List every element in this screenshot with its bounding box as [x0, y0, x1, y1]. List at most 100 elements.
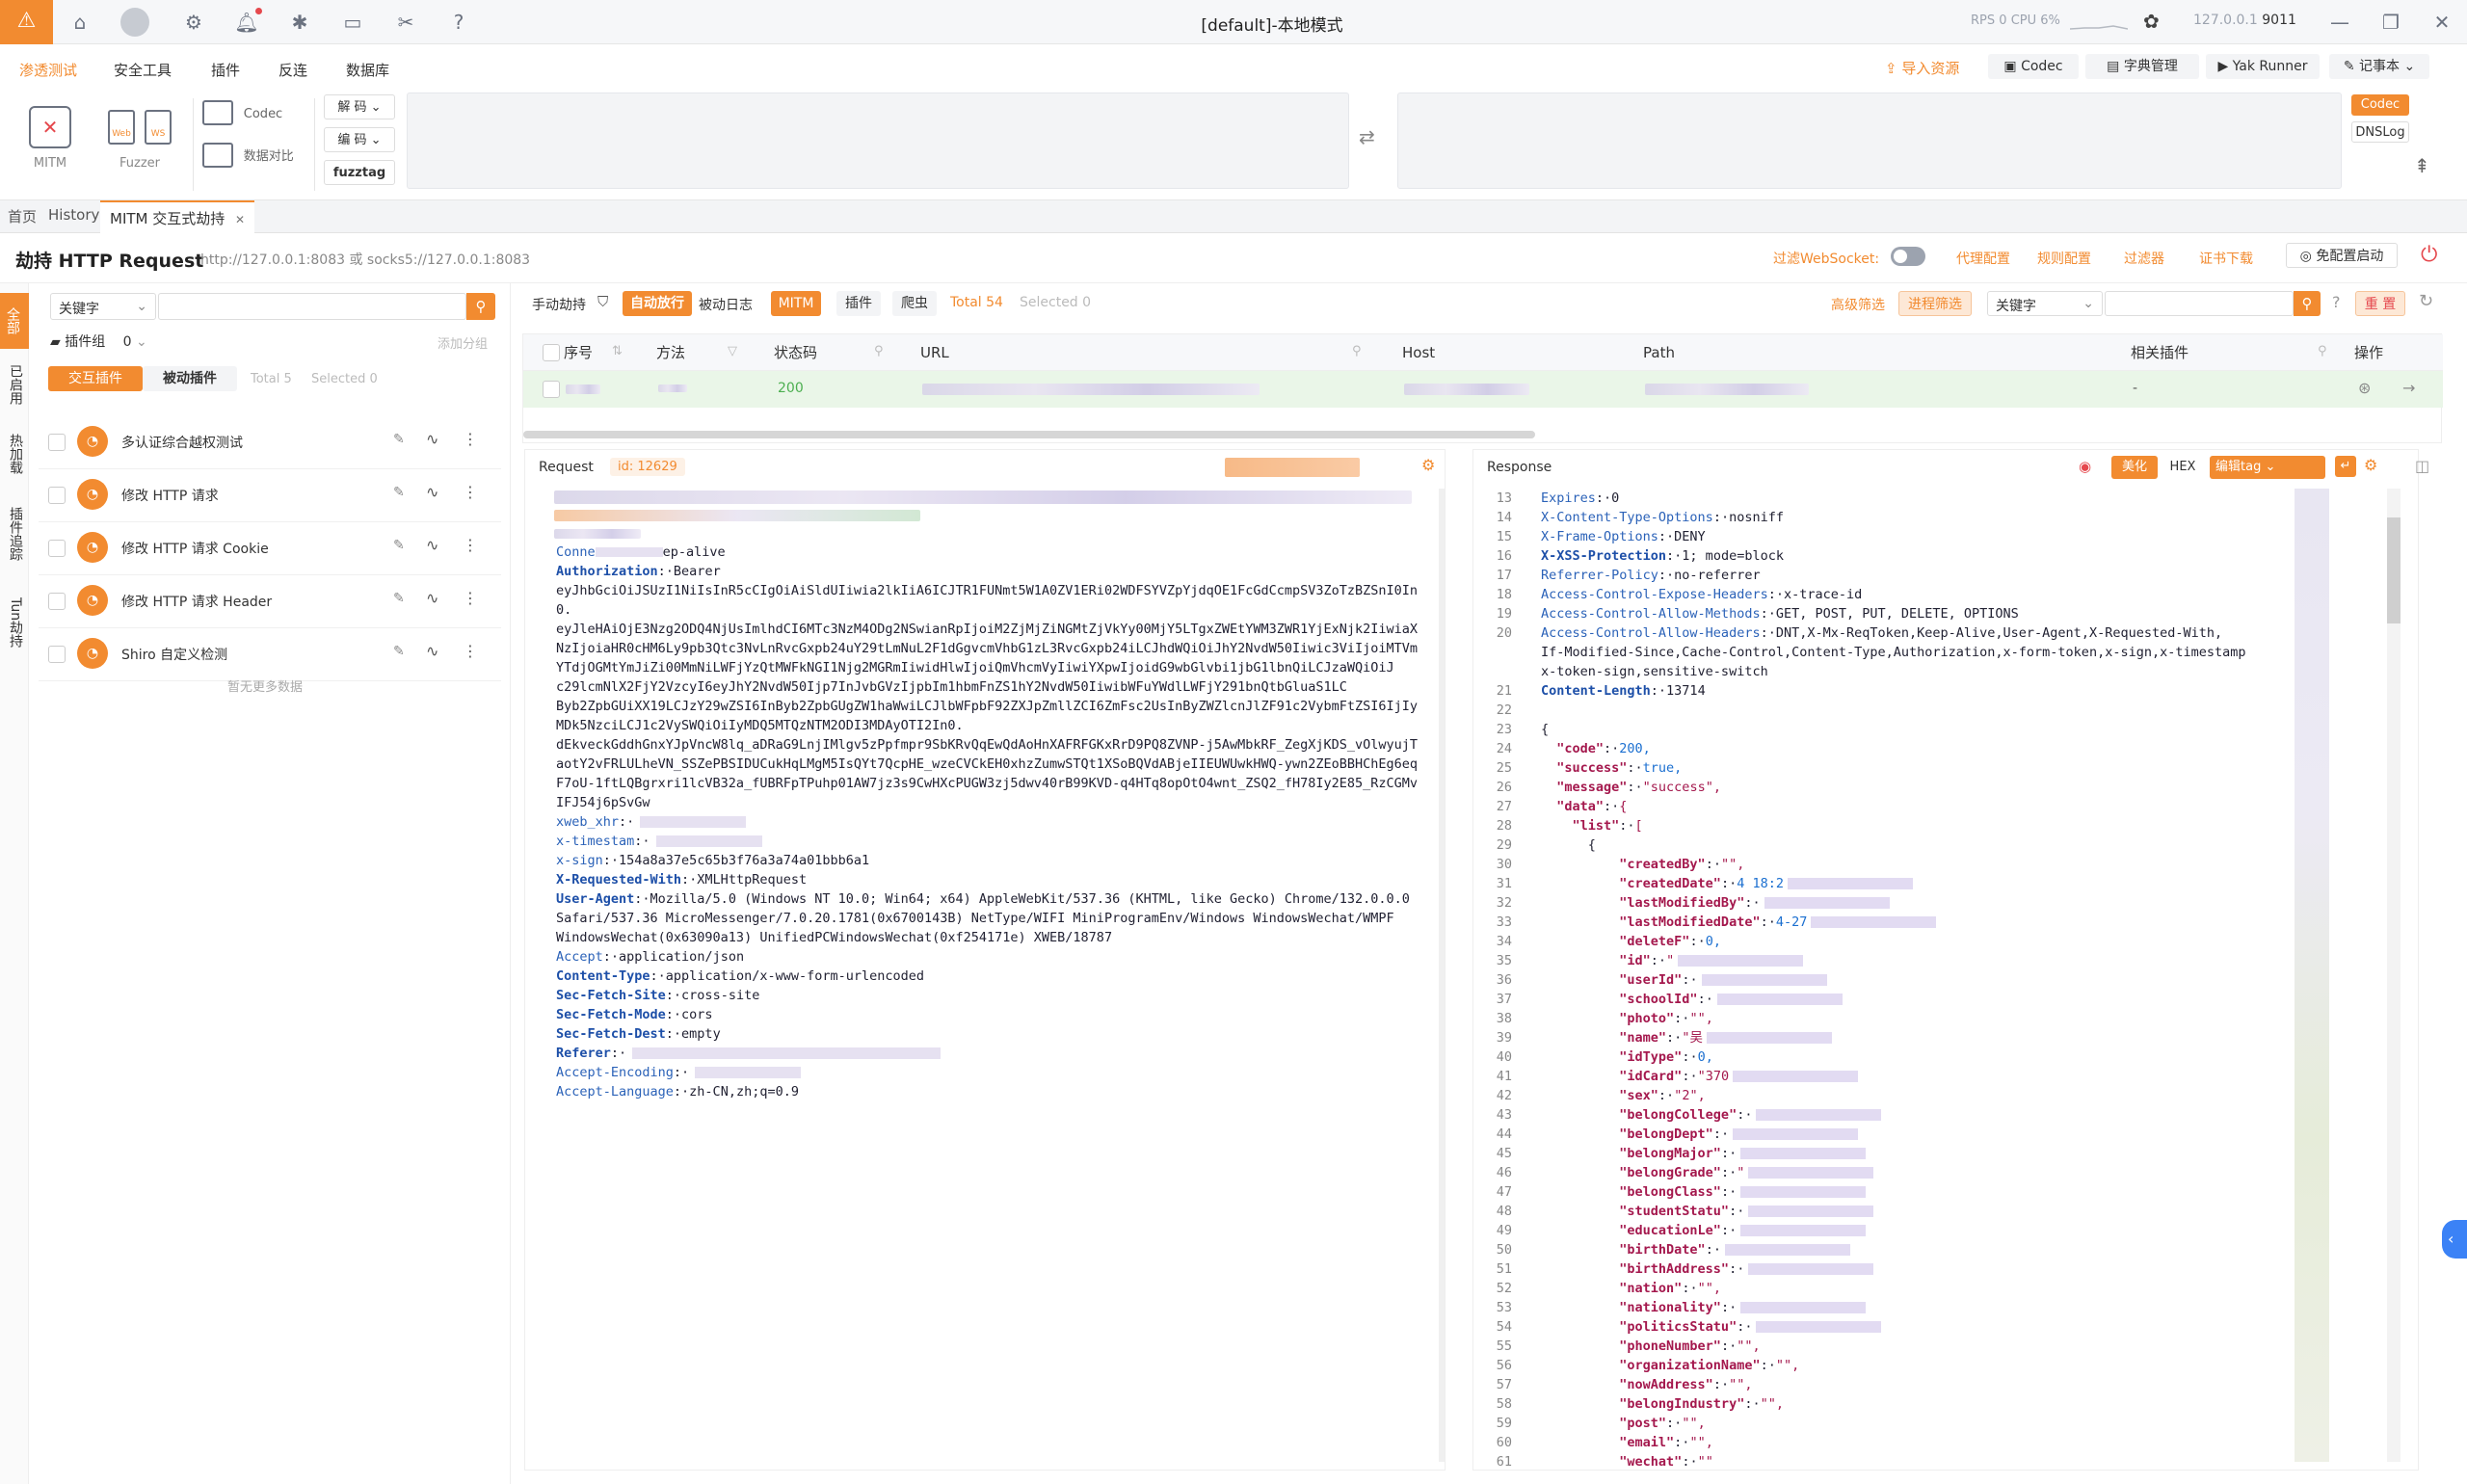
search-mode-select[interactable]: 关键字 ⌄ [50, 293, 156, 320]
url-search-icon[interactable]: ⚲ [1352, 344, 1362, 358]
websocket-toggle[interactable] [1891, 247, 1925, 266]
yak-runner-button[interactable]: ▶ Yak Runner [2206, 54, 2320, 79]
tab-close-icon[interactable]: ✕ [235, 213, 245, 226]
edit-icon[interactable]: ✎ [393, 644, 405, 659]
col-url[interactable]: URL [920, 334, 949, 371]
edit-tag-button[interactable]: 编辑tag ⌄ [2210, 456, 2325, 479]
filter-link[interactable]: 过滤器 [2124, 249, 2164, 268]
request-scrollbar[interactable] [1439, 489, 1445, 1462]
manual-hijack-button[interactable]: 手动劫持 [532, 295, 586, 314]
activity-icon[interactable]: ∿ [426, 536, 438, 554]
chrome-icon-response[interactable]: ◉ [2079, 458, 2091, 475]
col-index[interactable]: 序号 [564, 334, 593, 371]
layout-toggle-icon[interactable]: ◫ [2415, 457, 2429, 475]
tools-icon[interactable]: ✂ [391, 8, 420, 37]
method-filter-icon[interactable]: ▽ [728, 344, 737, 358]
more-icon[interactable]: ⋮ [463, 483, 478, 501]
status-search-icon[interactable]: ⚲ [874, 344, 884, 358]
close-icon[interactable]: ✕ [2427, 8, 2456, 37]
activity-icon[interactable]: ∿ [426, 430, 438, 448]
col-status[interactable]: 状态码 [774, 334, 817, 371]
import-resource-button[interactable]: ⇪ 导入资源 [1885, 58, 1959, 78]
col-host[interactable]: Host [1402, 334, 1435, 371]
collapse-up-icon[interactable]: ⇞ [2414, 154, 2430, 177]
codec-input-area[interactable] [407, 93, 1349, 189]
expand-side-button[interactable]: ‹ [2442, 1220, 2467, 1259]
avatar[interactable] [120, 8, 149, 37]
side-tab-hotload[interactable]: 热加载 [6, 434, 25, 474]
more-icon[interactable]: ⋮ [463, 536, 478, 554]
search-button[interactable]: ⚲ [466, 293, 495, 320]
table-row[interactable]: 200 - ⊛ → [523, 371, 2443, 408]
plugin-search-input[interactable] [158, 293, 466, 320]
keyword-select[interactable]: 关键字 ⌄ [1987, 291, 2103, 316]
dnslog-side-tab[interactable]: DNSLog [2351, 121, 2409, 143]
compare-tool[interactable]: 数据对比 [202, 143, 308, 177]
more-icon[interactable]: ⋮ [463, 642, 478, 660]
response-editor[interactable]: 13 Expires:·0 14 X-Content-Type-Options:·no… [1473, 489, 2399, 1470]
rule-config-link[interactable]: 规则配置 [2037, 249, 2091, 268]
codec-top-button[interactable]: ▣ Codec [1988, 54, 2079, 79]
filter-plugin[interactable]: 插件 [836, 291, 881, 316]
passive-log-button[interactable]: 被动日志 [699, 295, 753, 314]
codec-tool[interactable]: Codec [202, 100, 299, 135]
col-path[interactable]: Path [1643, 334, 1675, 371]
plugin-item[interactable]: ◔ 修改 HTTP 请求 Header ✎ ∿ ⋮ [39, 575, 501, 628]
dict-button[interactable]: ▤ 字典管理 [2085, 54, 2199, 79]
bug-icon[interactable]: ✱ [285, 8, 314, 37]
help-icon[interactable]: ? [444, 8, 473, 37]
terminal-icon[interactable]: ▭ [338, 8, 367, 37]
side-tab-trace[interactable]: 插件追踪 [6, 507, 25, 561]
plugins-search-icon[interactable]: ⚲ [2318, 344, 2327, 358]
select-all-checkbox[interactable] [543, 344, 560, 361]
notebook-button[interactable]: ✎ 记事本 ⌄ [2329, 54, 2429, 79]
cert-download-link[interactable]: 证书下载 [2199, 249, 2253, 268]
codec-output-area[interactable] [1397, 93, 2342, 189]
fuzzer-tool[interactable]: Web WS Fuzzer [96, 110, 183, 197]
plugin-item[interactable]: ◔ 修改 HTTP 请求 ✎ ∿ ⋮ [39, 469, 501, 522]
response-settings-icon[interactable]: ⚙ [2364, 456, 2377, 474]
decode-select[interactable]: 解 码 ⌄ [324, 94, 395, 119]
col-plugins[interactable]: 相关插件 [2131, 334, 2188, 371]
maximize-icon[interactable]: ❐ [2376, 8, 2405, 37]
sort-icon[interactable]: ⇅ [612, 344, 623, 358]
proxy-config-link[interactable]: 代理配置 [1956, 249, 2010, 268]
swap-icon[interactable]: ⇄ [1359, 125, 1375, 148]
plugin-checkbox[interactable] [48, 646, 66, 663]
plugin-item[interactable]: ◔ 修改 HTTP 请求 Cookie ✎ ∿ ⋮ [39, 522, 501, 575]
plugin-checkbox[interactable] [48, 593, 66, 610]
home-icon[interactable]: ⌂ [66, 8, 94, 37]
edit-icon[interactable]: ✎ [393, 432, 405, 447]
menu-pentest[interactable]: 渗透测试 [19, 60, 77, 80]
response-scrollbar[interactable] [2387, 489, 2401, 1462]
table-search-button[interactable]: ⚲ [2294, 291, 2321, 316]
add-group-link[interactable]: 添加分组 [438, 333, 488, 352]
advanced-filter-link[interactable]: 高级筛选 [1831, 295, 1885, 314]
gear-icon[interactable]: ⚙ [179, 8, 208, 37]
tab-interactive-plugins[interactable]: 交互插件 [48, 366, 143, 391]
request-settings-icon[interactable]: ⚙ [1421, 456, 1435, 474]
response-reflow-icon[interactable]: ↵ [2335, 456, 2356, 477]
process-filter-button[interactable]: 进程筛选 [1898, 291, 1972, 316]
plugin-checkbox[interactable] [48, 540, 66, 557]
hex-button[interactable]: HEX [2163, 456, 2202, 479]
filter-mitm[interactable]: MITM [771, 291, 821, 316]
activity-icon[interactable]: ∿ [426, 642, 438, 660]
menu-reverse[interactable]: 反连 [279, 60, 307, 80]
minimize-icon[interactable]: — [2325, 8, 2354, 37]
codec-side-tab[interactable]: Codec [2351, 94, 2409, 116]
edit-icon[interactable]: ✎ [393, 538, 405, 553]
help-circle-icon[interactable]: ? [2332, 293, 2341, 311]
reset-button[interactable]: 重 置 [2355, 291, 2405, 316]
tab-passive-plugins[interactable]: 被动插件 [143, 366, 237, 391]
warning-icon[interactable]: ⚠ [0, 0, 53, 44]
encode-select[interactable]: 编 码 ⌄ [324, 127, 395, 152]
table-search-input[interactable] [2105, 291, 2294, 316]
menu-database[interactable]: 数据库 [346, 60, 389, 80]
menu-security-tools[interactable]: 安全工具 [114, 60, 172, 80]
auto-forward-button[interactable]: 自动放行 [623, 291, 692, 316]
request-editor[interactable]: Conne ep-alive Authorization:·Bearer eyJhbG… [556, 543, 1423, 1448]
row-checkbox[interactable] [543, 381, 560, 398]
row-forward-icon[interactable]: → [2402, 379, 2415, 397]
col-method[interactable]: 方法 [656, 334, 685, 371]
